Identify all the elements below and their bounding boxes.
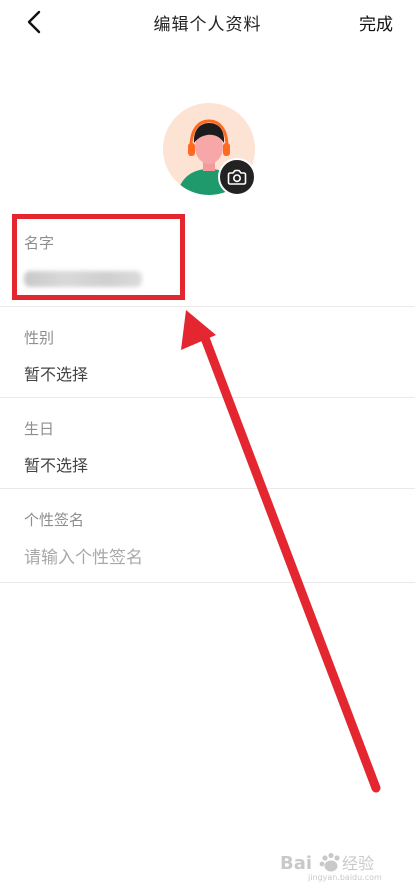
page-title: 编辑个人资料: [153, 15, 262, 35]
divider: [0, 582, 415, 583]
birthday-label: 生日: [24, 420, 55, 438]
gender-field-row[interactable]: 性别 暂不选择: [0, 327, 415, 397]
edit-profile-screen: 编辑个人资料 完成 名字 性别 暂不选择 生日 暂不选择 个性签名 请输入个性签…: [0, 0, 415, 893]
change-avatar-button[interactable]: [218, 158, 256, 196]
signature-label: 个性签名: [24, 511, 85, 529]
baidu-jingyan-watermark: Bai 经验 jingyan.baidu.com: [278, 849, 403, 883]
signature-input[interactable]: 请输入个性签名: [24, 543, 415, 568]
annotation-highlight-box: [12, 214, 185, 300]
watermark-logo: Bai 经验 jingyan.baidu.com: [280, 852, 382, 882]
camera-icon: [227, 169, 247, 185]
divider: [0, 488, 415, 489]
signature-field-row[interactable]: 个性签名 请输入个性签名: [0, 509, 415, 582]
top-bar: 编辑个人资料 完成: [0, 0, 415, 46]
done-button[interactable]: 完成: [359, 10, 393, 35]
svg-text:jingyan.baidu.com: jingyan.baidu.com: [307, 873, 382, 882]
svg-text:Bai: Bai: [280, 853, 312, 874]
avatar-container[interactable]: [163, 103, 256, 196]
divider: [0, 306, 415, 307]
svg-text:经验: 经验: [342, 854, 374, 873]
birthday-value: 暂不选择: [24, 456, 89, 475]
divider: [0, 397, 415, 398]
gender-value: 暂不选择: [24, 365, 89, 384]
gender-label: 性别: [24, 329, 55, 347]
birthday-field-row[interactable]: 生日 暂不选择: [0, 418, 415, 488]
